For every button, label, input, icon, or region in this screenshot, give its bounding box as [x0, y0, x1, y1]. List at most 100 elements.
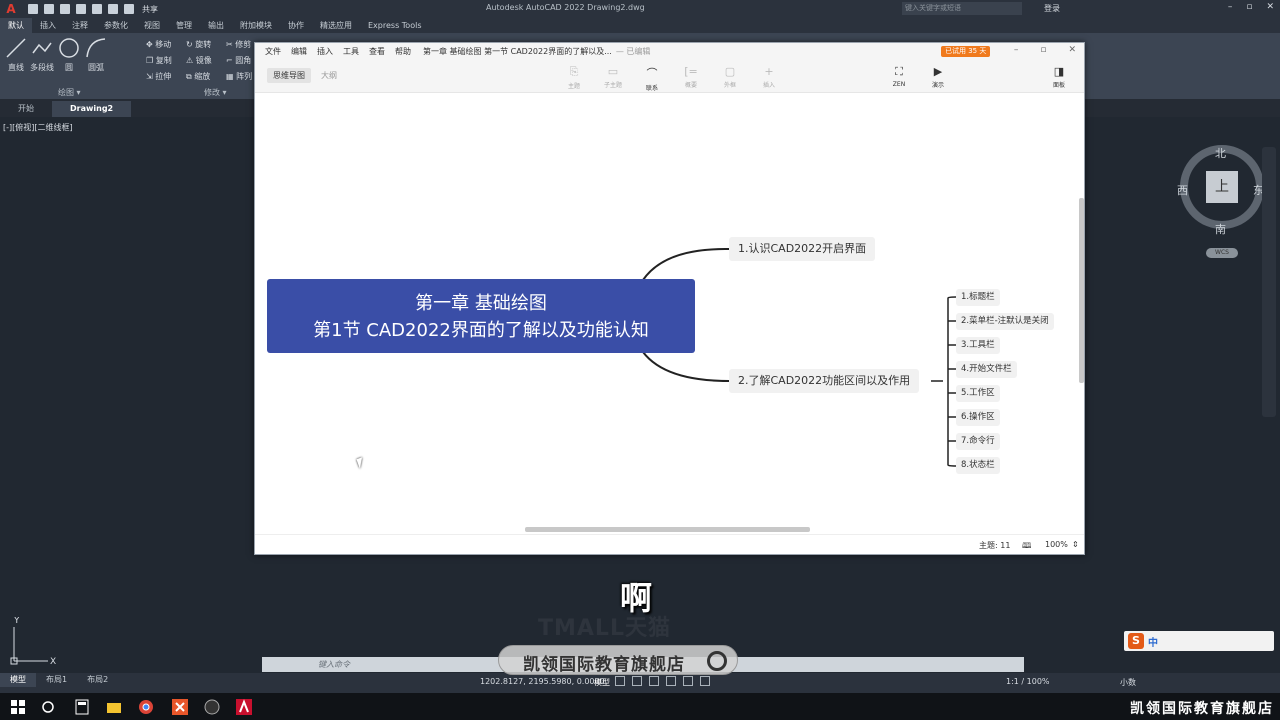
draw-panel-label[interactable]: 绘图 ▾	[58, 87, 81, 98]
annotation-scale[interactable]: 1:1 / 100%	[1006, 677, 1050, 686]
save-icon[interactable]	[60, 4, 70, 14]
book-icon[interactable]: 🕮	[1022, 540, 1031, 554]
menu-insert[interactable]: 插入	[317, 46, 333, 57]
subtopic[interactable]: 1.标题栏	[956, 289, 1000, 306]
file-explorer-icon[interactable]	[106, 699, 122, 715]
search-input[interactable]: 键入关键字或短语	[902, 2, 1022, 15]
menu-view[interactable]: 查看	[369, 46, 385, 57]
line-tool-button[interactable]: 直线	[4, 37, 28, 73]
search-icon[interactable]	[40, 699, 56, 715]
save-as-icon[interactable]	[76, 4, 86, 14]
menu-tools[interactable]: 工具	[343, 46, 359, 57]
arc-tool-button[interactable]: 圆弧	[84, 37, 108, 73]
tab-view[interactable]: 视图	[136, 18, 168, 33]
subtopic[interactable]: 3.工具栏	[956, 337, 1000, 354]
scale-button[interactable]: ⧉ 缩放	[186, 71, 210, 82]
tab-mindmap[interactable]: 思维导图	[267, 68, 311, 83]
trim-button[interactable]: ✂ 修剪	[226, 39, 251, 50]
tab-drawing2[interactable]: Drawing2	[52, 101, 132, 117]
mindmap-canvas[interactable]: 第一章 基础绘图 第1节 CAD2022界面的了解以及功能认知 1.认识CAD2…	[255, 94, 1084, 530]
modify-panel-label[interactable]: 修改 ▾	[204, 87, 227, 98]
main-topic-2[interactable]: 2.了解CAD2022功能区间以及作用	[729, 369, 920, 393]
tab-output[interactable]: 输出	[200, 18, 232, 33]
polar-icon[interactable]	[666, 676, 676, 686]
undo-icon[interactable]	[108, 4, 118, 14]
xmind-close-icon[interactable]: ✕	[1068, 45, 1076, 55]
menu-help[interactable]: 帮助	[395, 46, 411, 57]
tab-outline[interactable]: 大纲	[315, 68, 343, 83]
xmind-taskbar-icon[interactable]	[172, 699, 188, 715]
wcs-menu[interactable]: WCS	[1206, 248, 1238, 258]
command-input[interactable]: 键入命令	[318, 659, 350, 670]
subtopic[interactable]: 6.操作区	[956, 409, 1000, 426]
stretch-button[interactable]: ⇲ 拉伸	[146, 71, 171, 82]
menu-file[interactable]: 文件	[265, 46, 281, 57]
grid-icon[interactable]	[615, 676, 625, 686]
subtopic[interactable]: 5.工作区	[956, 385, 1000, 402]
restore-icon[interactable]: ▫	[1246, 2, 1252, 12]
view-label[interactable]: [-][俯视][二维线框]	[3, 122, 73, 133]
compass-north[interactable]: 北	[1215, 145, 1226, 161]
zen-button[interactable]: ⛶ ZEN	[884, 65, 914, 88]
topic-button[interactable]: ⎘ 主题	[559, 65, 589, 90]
ime-mode[interactable]: 中	[1148, 634, 1158, 649]
summary-button[interactable]: [= 概要	[676, 65, 706, 89]
open-file-icon[interactable]	[44, 4, 54, 14]
vertical-scrollbar[interactable]	[1079, 198, 1084, 383]
xmind-maximize-icon[interactable]: ▫	[1040, 45, 1046, 55]
share-button[interactable]: 共享	[142, 4, 158, 15]
model-space-button[interactable]: 模型	[594, 677, 610, 688]
tab-parametric[interactable]: 参数化	[96, 18, 136, 33]
array-button[interactable]: ▦ 阵列	[226, 71, 252, 82]
new-file-icon[interactable]	[28, 4, 38, 14]
autocad-logo-icon[interactable]: A	[2, 2, 20, 16]
tab-default[interactable]: 默认	[0, 18, 32, 33]
horizontal-scrollbar[interactable]	[525, 527, 810, 532]
subtopic[interactable]: 8.状态栏	[956, 457, 1000, 474]
main-topic-1[interactable]: 1.认识CAD2022开启界面	[729, 237, 876, 261]
fillet-button[interactable]: ⌐ 圆角	[226, 55, 251, 66]
tab-manage[interactable]: 管理	[168, 18, 200, 33]
subtopic[interactable]: 4.开始文件栏	[956, 361, 1017, 378]
panel-button[interactable]: ◨ 面板	[1044, 65, 1074, 89]
login-button[interactable]: 登录	[1044, 3, 1060, 14]
autocad-taskbar-icon[interactable]	[236, 699, 252, 715]
chrome-icon[interactable]	[138, 699, 154, 715]
tab-collaborate[interactable]: 协作	[280, 18, 312, 33]
redo-icon[interactable]	[124, 4, 134, 14]
ortho-icon[interactable]	[649, 676, 659, 686]
viewcube-top-face[interactable]: 上	[1206, 171, 1238, 203]
move-button[interactable]: ✥ 移动	[146, 39, 171, 50]
ime-toolbar[interactable]: S 中	[1124, 631, 1274, 651]
subtopic-button[interactable]: ▭ 子主题	[598, 65, 628, 89]
close-icon[interactable]: ✕	[1266, 2, 1274, 12]
copy-button[interactable]: ❐ 复制	[146, 55, 172, 66]
polyline-tool-button[interactable]: 多段线	[28, 37, 56, 73]
tab-insert[interactable]: 插入	[32, 18, 64, 33]
tab-addins[interactable]: 附加模块	[232, 18, 280, 33]
tab-annotate[interactable]: 注释	[64, 18, 96, 33]
tab-layout1[interactable]: 布局1	[36, 673, 77, 687]
zoom-stepper-icon[interactable]: ⇕	[1072, 540, 1079, 549]
coordinate-readout[interactable]: 1202.8127, 2195.5980, 0.0000	[480, 677, 605, 686]
units-selector[interactable]: 小数	[1120, 677, 1136, 688]
osnap-icon[interactable]	[683, 676, 693, 686]
tab-layout2[interactable]: 布局2	[77, 673, 118, 687]
mirror-button[interactable]: ⚠ 镜像	[186, 55, 212, 66]
trial-badge[interactable]: 已试用 35 天	[941, 46, 991, 57]
calculator-icon[interactable]	[74, 699, 90, 715]
tab-featured-apps[interactable]: 精选应用	[312, 18, 360, 33]
xmind-minimize-icon[interactable]: –	[1014, 45, 1019, 55]
relationship-button[interactable]: ⌒ 联系	[637, 65, 667, 92]
central-topic[interactable]: 第一章 基础绘图 第1节 CAD2022界面的了解以及功能认知	[267, 279, 695, 353]
zoom-level[interactable]: 100%	[1045, 540, 1068, 549]
tab-model[interactable]: 模型	[0, 673, 36, 687]
boundary-button[interactable]: ▢ 外框	[715, 65, 745, 89]
circle-tool-button[interactable]: 圆	[58, 37, 80, 73]
compass-west[interactable]: 西	[1177, 182, 1188, 198]
minimize-icon[interactable]: –	[1228, 2, 1233, 12]
menu-edit[interactable]: 编辑	[291, 46, 307, 57]
tab-start[interactable]: 开始	[0, 101, 52, 117]
subtopic[interactable]: 2.菜单栏-注默认是关闭	[956, 313, 1054, 330]
snap-icon[interactable]	[632, 676, 642, 686]
